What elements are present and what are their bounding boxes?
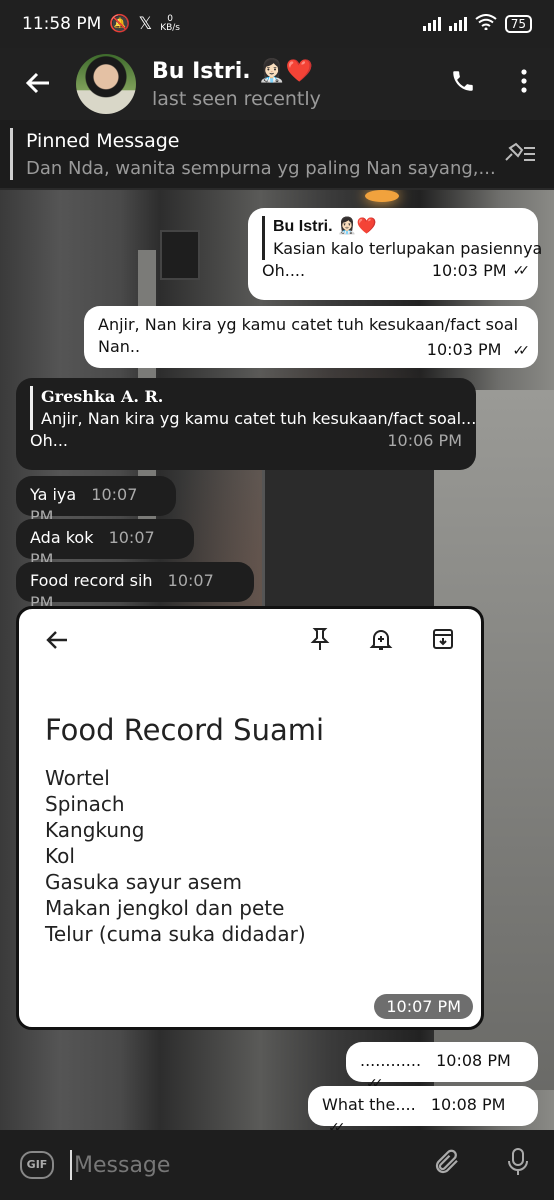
status-bar: 11:58 PM 🔕 𝕏 0 KB/s 75 [0, 0, 554, 48]
back-arrow-icon[interactable] [0, 67, 76, 102]
message-bubble-incoming[interactable]: Food record sih 10:07 PM [16, 562, 254, 612]
message-bubble-incoming[interactable]: Greshka A. R. Anjir, Nan kira yg kamu ca… [16, 378, 476, 470]
read-ticks-icon: ✓✓ [512, 263, 531, 279]
phone-icon[interactable] [450, 68, 476, 101]
read-ticks-icon: ✓✓ [512, 343, 531, 359]
message-text: Oh.... [262, 261, 306, 280]
note-title: Food Record Suami [45, 713, 325, 747]
battery-icon: 75 [504, 15, 532, 33]
pinned-title: Pinned Message [26, 130, 180, 152]
pin-icon [309, 627, 331, 657]
pin-list-icon[interactable] [502, 142, 536, 170]
message-time: 10:08 PM [436, 1051, 511, 1070]
message-bubble-outgoing[interactable]: ............ 10:08 PM ✓✓ [346, 1042, 538, 1092]
message-text: ............ [360, 1051, 422, 1070]
message-bubble-outgoing[interactable]: What the.... 10:08 PM ✓✓ [308, 1086, 538, 1136]
message-bubble-outgoing[interactable]: Bu Istri. 👩🏻‍⚕️❤️ Kasian kalo terlupakan… [248, 208, 542, 300]
message-time: 10:03 PM [431, 261, 507, 280]
wifi-icon [475, 13, 497, 35]
message-text: What the.... [322, 1095, 416, 1114]
reminder-bell-icon [369, 627, 393, 657]
avatar[interactable] [76, 54, 136, 114]
network-speed: 0 KB/s [160, 14, 181, 33]
image-message-note[interactable]: Food Record Suami Wortel Spinach Kangkun… [16, 606, 484, 1030]
last-seen: last seen recently [152, 87, 321, 110]
message-text: Ada kok [30, 528, 94, 547]
message-text: Food record sih [30, 571, 153, 590]
note-item: Wortel [45, 766, 110, 790]
message-text: Oh... [30, 431, 68, 450]
message-bubble-outgoing[interactable]: Anjir, Nan kira yg kamu catet tuh kesuka… [84, 306, 538, 368]
attach-icon[interactable] [432, 1147, 462, 1184]
contact-name: Bu Istri. 👩🏻‍⚕️❤️ [152, 58, 314, 84]
pinned-message[interactable]: Pinned Message Dan Nda, wanita sempurna … [0, 120, 554, 188]
note-toolbar [45, 627, 455, 657]
message-bubble-incoming[interactable]: Ada kok 10:07 PM [16, 519, 194, 569]
signal-icon-2 [448, 17, 467, 31]
clock: 11:58 PM [22, 14, 102, 34]
contact-info[interactable]: Bu Istri. 👩🏻‍⚕️❤️ last seen recently [152, 59, 321, 110]
message-input-bar: GIF Message [0, 1130, 554, 1200]
message-bubble-incoming[interactable]: Ya iya 10:07 PM [16, 476, 176, 526]
message-time: 10:03 PM [426, 340, 502, 359]
note-item: Telur (cuma suka didadar) [45, 922, 306, 946]
microphone-icon[interactable] [506, 1147, 530, 1184]
chat-header: Bu Istri. 👩🏻‍⚕️❤️ last seen recently [0, 48, 554, 120]
message-time: 10:08 PM [430, 1095, 506, 1114]
note-back-icon [45, 628, 69, 656]
note-item: Makan jengkol dan pete [45, 896, 285, 920]
reply-quote: Bu Istri. 👩🏻‍⚕️❤️ Kasian kalo terlupakan… [262, 216, 542, 260]
note-item: Kol [45, 844, 75, 868]
note-item: Kangkung [45, 818, 145, 842]
mute-icon: 🔕 [109, 14, 131, 34]
x-app-icon: 𝕏 [138, 14, 153, 34]
note-item: Gasuka sayur asem [45, 870, 242, 894]
signal-icon [422, 17, 441, 31]
note-item: Spinach [45, 792, 125, 816]
note-list: Wortel Spinach Kangkung Kol Gasuka sayur… [45, 765, 306, 947]
reply-quote: Greshka A. R. Anjir, Nan kira yg kamu ca… [30, 386, 476, 430]
message-input[interactable]: Message [74, 1153, 170, 1178]
message-time: 10:06 PM [387, 431, 462, 450]
message-text: Ya iya [30, 485, 77, 504]
pinned-indicator [10, 128, 13, 180]
message-time: 10:07 PM [374, 994, 473, 1019]
more-menu-icon[interactable] [520, 68, 528, 100]
pinned-text: Dan Nda, wanita sempurna yg paling Nan s… [26, 158, 496, 179]
gif-button[interactable]: GIF [20, 1151, 54, 1179]
archive-icon [431, 627, 455, 657]
text-cursor [70, 1150, 72, 1180]
